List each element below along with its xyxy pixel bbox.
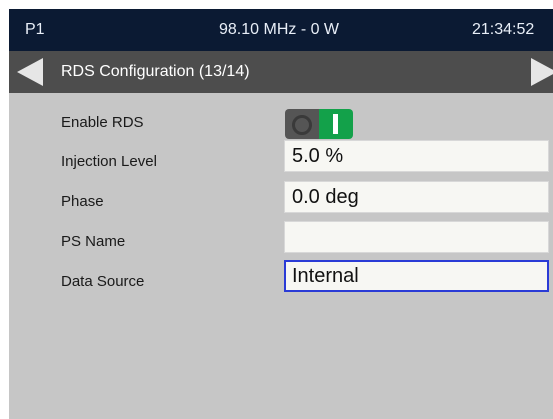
next-page-button[interactable] <box>525 55 553 89</box>
injection-level-field[interactable]: 5.0 % <box>284 140 549 172</box>
enable-rds-toggle[interactable] <box>285 109 353 139</box>
toggle-off-icon <box>292 115 312 135</box>
phase-label: Phase <box>61 193 104 210</box>
data-source-label: Data Source <box>61 273 145 290</box>
toggle-off-segment <box>285 109 319 139</box>
ps-name-field[interactable] <box>284 221 549 253</box>
status-bar: P1 98.10 MHz - 0 W 21:34:52 <box>9 9 553 51</box>
clock: 21:34:52 <box>472 21 535 38</box>
injection-level-label: Injection Level <box>61 153 157 170</box>
frequency-power-readout: 98.10 MHz - 0 W <box>219 21 340 38</box>
device-screen: P1 98.10 MHz - 0 W 21:34:52 RDS Configur… <box>9 9 553 419</box>
enable-rds-label: Enable RDS <box>61 114 144 131</box>
preset-indicator: P1 <box>25 21 45 38</box>
right-arrow-icon <box>531 58 553 86</box>
page-title: RDS Configuration (13/14) <box>61 63 250 80</box>
title-bar: RDS Configuration (13/14) <box>9 51 553 93</box>
prev-page-button[interactable] <box>13 55 47 89</box>
left-arrow-icon <box>17 58 43 86</box>
phase-field[interactable]: 0.0 deg <box>284 181 549 213</box>
ps-name-label: PS Name <box>61 233 126 250</box>
toggle-on-icon <box>333 114 338 134</box>
data-source-field[interactable]: Internal <box>284 260 549 292</box>
